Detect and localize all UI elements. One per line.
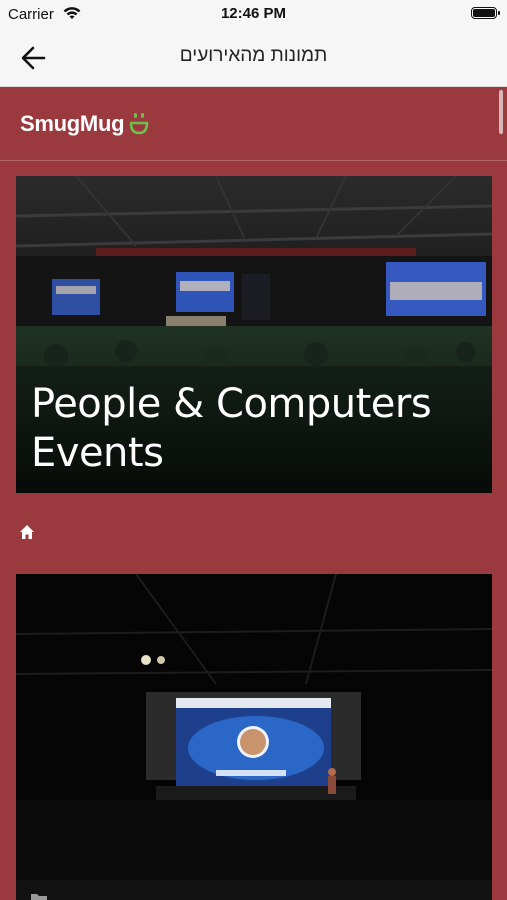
page-title: תמונות מהאירועים — [179, 45, 328, 66]
keynote-stage-photo — [16, 574, 492, 900]
brand-name: SmugMug — [20, 111, 125, 136]
gallery-card[interactable] — [16, 574, 492, 900]
hero-title-line-2: Events — [31, 430, 164, 476]
status-bar: Carrier 12:46 PM — [0, 0, 507, 30]
folder-icon — [31, 894, 47, 900]
smile-logo-icon — [129, 113, 149, 135]
hero-title-line-1: People & Computers — [31, 381, 432, 427]
status-time: 12:46 PM — [220, 5, 287, 22]
hero-banner[interactable]: People & Computers Events — [16, 176, 492, 493]
scrollbar[interactable] — [499, 90, 503, 134]
site-header: SmugMug — [0, 87, 507, 161]
home-icon[interactable] — [19, 524, 35, 540]
hero-title: People & Computers Events — [31, 380, 471, 478]
battery-icon — [471, 7, 500, 19]
navigation-bar: תמונות מהאירועים — [0, 30, 507, 87]
smugmug-logo[interactable]: SmugMug — [20, 109, 150, 139]
